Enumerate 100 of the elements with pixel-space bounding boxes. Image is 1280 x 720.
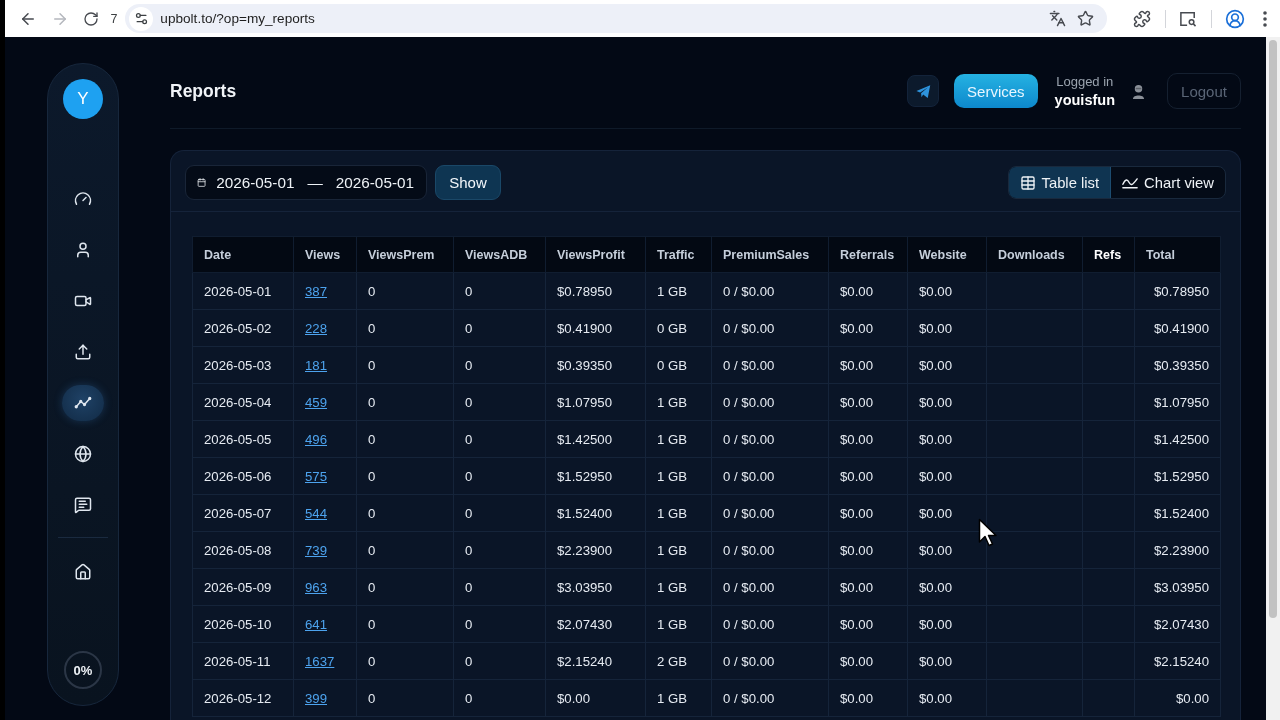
page-title: Reports <box>170 80 238 102</box>
table-cell: 2026-05-09 <box>192 568 294 606</box>
views-link[interactable]: 641 <box>305 616 327 632</box>
views-link[interactable]: 181 <box>305 357 327 373</box>
table-cell: $2.15240 <box>1134 642 1221 680</box>
table-cell: 0 <box>356 383 454 421</box>
table-cell: $1.52950 <box>1134 457 1221 495</box>
telegram-button[interactable] <box>907 75 940 107</box>
column-header: Downloads <box>986 236 1083 273</box>
table-cell: $0.00 <box>828 420 908 458</box>
line-chart-nav-button[interactable] <box>62 385 104 421</box>
views-link[interactable]: 963 <box>305 579 327 595</box>
column-header: Total <box>1134 236 1221 273</box>
table-cell: 2 GB <box>645 642 712 680</box>
speedometer-icon <box>74 190 92 208</box>
table-cell: 2026-05-03 <box>192 346 294 384</box>
table-cell: 1 GB <box>645 605 712 643</box>
column-header: Traffic <box>645 236 712 273</box>
table-cell: $0.00 <box>907 420 987 458</box>
views-link[interactable]: 228 <box>305 320 327 336</box>
table-cell: 0 / $0.00 <box>711 679 829 717</box>
counter-label: 7 <box>110 11 118 26</box>
table-cell: $1.52400 <box>1134 494 1221 532</box>
table-cell: 1 GB <box>645 457 712 495</box>
table-cell: $0.00 <box>828 494 908 532</box>
table-cell: $1.42500 <box>1134 420 1221 458</box>
table-cell: $0.00 <box>828 642 908 680</box>
table-view-tab[interactable]: Table list <box>1008 167 1112 198</box>
table-cell: $0.00 <box>828 605 908 643</box>
views-link[interactable]: 496 <box>305 431 327 447</box>
table-cell: $0.00 <box>907 346 987 384</box>
table-cell: $0.00 <box>907 272 987 310</box>
table-cell: 2026-05-06 <box>192 457 294 495</box>
table-cell: 0 / $0.00 <box>711 494 829 532</box>
table-cell: 0 <box>356 531 454 569</box>
table-cell: 2026-05-02 <box>192 309 294 347</box>
table-cell: $0.39350 <box>545 346 646 384</box>
table-cell: 0 / $0.00 <box>711 568 829 606</box>
table-cell: 1 GB <box>645 568 712 606</box>
views-link[interactable]: 1637 <box>305 653 335 669</box>
column-header: ViewsADB <box>453 236 546 273</box>
table-cell: 1 GB <box>645 272 712 310</box>
table-cell: $0.41900 <box>545 309 646 347</box>
start-date: 2026-05-01 <box>216 173 295 192</box>
table-cell: $2.23900 <box>545 531 646 569</box>
table-cell: 1 GB <box>645 383 712 421</box>
table-cell: $2.23900 <box>1134 531 1221 569</box>
chart-view-tab[interactable]: Chart view <box>1111 167 1225 198</box>
scrollbar-thumb[interactable] <box>1269 40 1277 618</box>
table-cell: $0.00 <box>907 309 987 347</box>
views-link[interactable]: 387 <box>305 283 327 299</box>
table-cell: $1.52400 <box>545 494 646 532</box>
views-link[interactable]: 459 <box>305 394 327 410</box>
views-link[interactable]: 399 <box>305 690 327 706</box>
sliders-icon <box>133 11 149 26</box>
scrollbar-track[interactable] <box>1266 37 1280 720</box>
table-cell: 2026-05-04 <box>192 383 294 421</box>
window-search-icon <box>1179 10 1198 27</box>
line-chart-icon <box>1122 176 1139 189</box>
table-cell: 0 <box>356 679 454 717</box>
date-separator: — <box>307 173 323 192</box>
table-cell: $0.00 <box>545 679 646 717</box>
column-header: Website <box>907 236 987 273</box>
date-range-field[interactable]: 2026-05-01 — 2026-05-01 <box>185 165 427 200</box>
address-bar[interactable]: upbolt.to/?op=my_reports <box>125 4 1107 33</box>
table-cell: 0 <box>453 346 546 384</box>
table-cell: $0.00 <box>828 272 908 310</box>
table-cell: 0 <box>453 272 546 310</box>
table-cell: 0 <box>356 642 454 680</box>
table-cell: 1 GB <box>645 494 712 532</box>
translate-icon <box>1049 10 1067 27</box>
show-button[interactable]: Show <box>435 165 501 200</box>
progress-label: 0% <box>73 662 93 678</box>
table-cell: 2026-05-05 <box>192 420 294 458</box>
table-cell: 0 <box>356 346 454 384</box>
site-info-button[interactable] <box>129 6 154 31</box>
table-cell: 0 <box>356 272 454 310</box>
views-link[interactable]: 544 <box>305 505 327 521</box>
table-cell: 0 <box>356 568 454 606</box>
table-cell: $0.41900 <box>1134 309 1221 347</box>
table-cell: $0.78950 <box>1134 272 1221 310</box>
table-cell: $0.00 <box>828 568 908 606</box>
url-text: upbolt.to/?op=my_reports <box>160 11 316 26</box>
column-header: Refs <box>1082 236 1135 273</box>
views-link[interactable]: 575 <box>305 468 327 484</box>
table-cell: 0 <box>453 605 546 643</box>
end-date: 2026-05-01 <box>335 173 414 192</box>
table-cell: 0 <box>453 531 546 569</box>
table-cell: 2026-05-12 <box>192 679 294 717</box>
table-cell: $2.07430 <box>545 605 646 643</box>
table-cell: $0.00 <box>907 605 987 643</box>
table-cell: $1.07950 <box>545 383 646 421</box>
table-cell: 1 GB <box>645 420 712 458</box>
table-cell: 2026-05-01 <box>192 272 294 310</box>
table-cell: 0 <box>453 383 546 421</box>
table-cell: 0 <box>453 642 546 680</box>
views-link[interactable]: 739 <box>305 542 327 558</box>
table-cell: 0 <box>453 420 546 458</box>
table-cell: 0 <box>453 568 546 606</box>
table-cell: 0 <box>453 494 546 532</box>
